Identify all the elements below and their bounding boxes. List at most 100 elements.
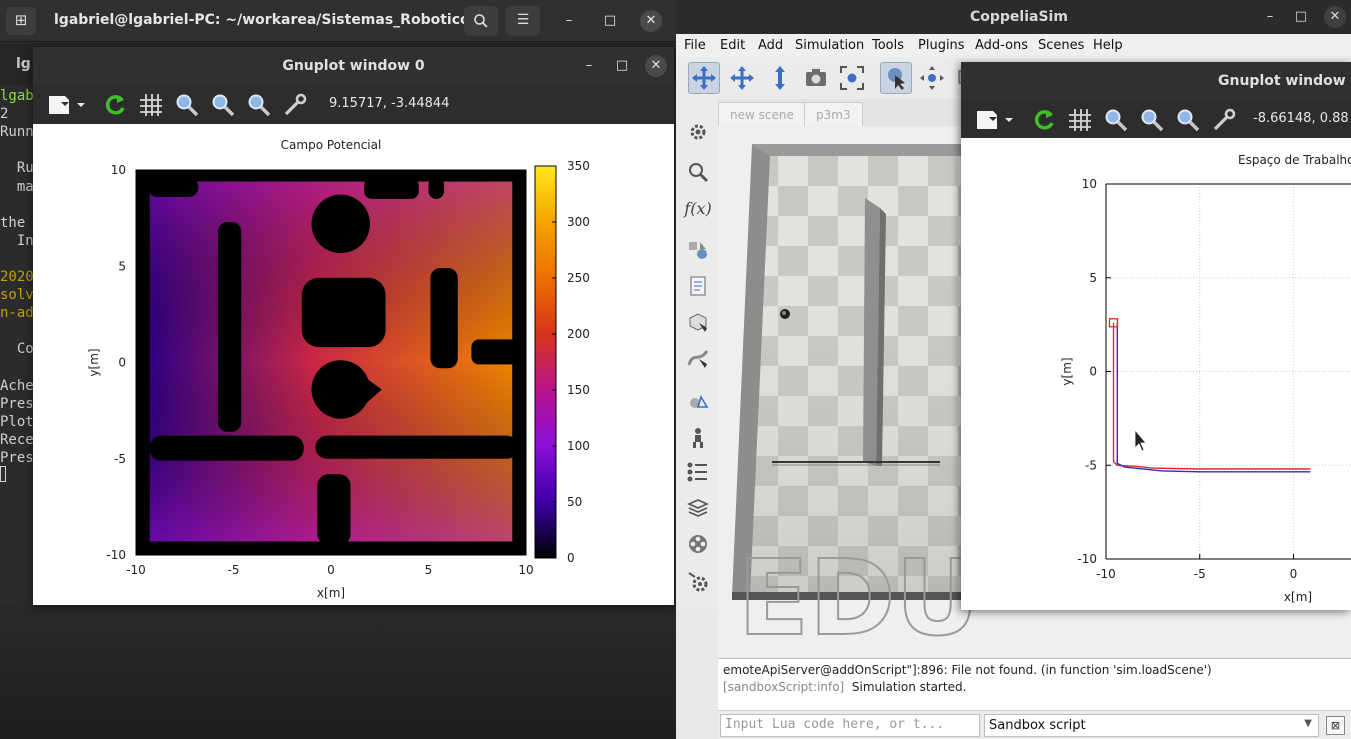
maximize-icon[interactable]: □ bbox=[599, 10, 621, 32]
x-tick-label: 10 bbox=[518, 563, 533, 577]
maximize-icon[interactable]: □ bbox=[611, 55, 633, 77]
obstacle bbox=[512, 177, 519, 548]
menu-plugins[interactable]: Plugins bbox=[918, 38, 965, 53]
close-icon[interactable]: ✕ bbox=[1324, 6, 1346, 28]
minimize-icon[interactable]: – bbox=[558, 10, 580, 32]
menu-scenes[interactable]: Scenes bbox=[1038, 38, 1084, 53]
zoom-next-icon[interactable] bbox=[210, 92, 236, 118]
plot-area[interactable]: Campo Potencial -10 -5 0 5 10 -10 -5 0 5 10 x[m] y[m… bbox=[33, 124, 674, 605]
scene-tabs: new scene p3m3 bbox=[718, 99, 978, 126]
menu-tools[interactable]: Tools bbox=[872, 38, 904, 53]
terminal-tab[interactable]: lg bbox=[16, 56, 31, 72]
minimize-icon[interactable]: – bbox=[1259, 6, 1281, 28]
shape-edit-icon[interactable] bbox=[685, 309, 711, 335]
y-tick-label: 5 bbox=[1089, 271, 1097, 285]
console-prefix: [sandboxScript:info] bbox=[723, 680, 845, 694]
menu-edit[interactable]: Edit bbox=[720, 38, 745, 53]
obstacle bbox=[149, 435, 304, 461]
y-tick-label: -5 bbox=[114, 452, 126, 466]
menu-bar: File Edit Add Simulation Tools Plugins Add-ons… bbox=[676, 34, 1351, 57]
obstacle bbox=[301, 277, 386, 348]
close-icon[interactable]: ✕ bbox=[645, 55, 667, 77]
terminal-line: In bbox=[0, 232, 34, 249]
model-browser-icon[interactable] bbox=[685, 159, 711, 185]
x-tick-label: 5 bbox=[425, 563, 433, 577]
camera-shift-icon[interactable] bbox=[764, 62, 796, 94]
desktop-wallpaper bbox=[0, 605, 676, 739]
path-edit-icon[interactable] bbox=[685, 345, 711, 371]
x-tick-label: -10 bbox=[126, 563, 146, 577]
terminal-header[interactable]: ⊞ lgabriel@lgabriel-PC: ~/workarea/Siste… bbox=[0, 0, 676, 42]
x-tick-label: -5 bbox=[228, 563, 240, 577]
camera-rotate-icon[interactable] bbox=[726, 62, 758, 94]
console-line: emoteApiServer@addOnScript"]:896: File n… bbox=[723, 663, 1212, 677]
maximize-icon[interactable]: □ bbox=[1290, 6, 1312, 28]
x-tick-label: 0 bbox=[327, 563, 335, 577]
scripts-icon[interactable] bbox=[685, 273, 711, 299]
new-tab-icon[interactable]: ⊞ bbox=[6, 7, 36, 35]
coppeliasim-title: CoppeliaSim bbox=[970, 9, 1068, 25]
lua-code-input[interactable]: Input Lua code here, or t... bbox=[720, 714, 980, 737]
search-icon[interactable] bbox=[464, 6, 498, 36]
replot-icon[interactable] bbox=[102, 92, 128, 118]
colorbar bbox=[534, 165, 557, 559]
camera-pan-icon[interactable] bbox=[688, 62, 720, 94]
obstacle bbox=[143, 177, 150, 548]
colorbar-tick-label: 50 bbox=[567, 495, 582, 509]
collections-icon[interactable] bbox=[685, 237, 711, 263]
autoscale-icon[interactable] bbox=[1175, 107, 1201, 133]
workspace-chart[interactable]: Espaço de Trabalho -10 -5 0 -10 -5 0 5 10 x[m] y[m… bbox=[961, 138, 1351, 610]
menu-simulation[interactable]: Simulation bbox=[795, 38, 864, 53]
lua-input-bar: Input Lua code here, or t... Sandbox scr… bbox=[718, 710, 1351, 739]
menu-add[interactable]: Add bbox=[758, 38, 783, 53]
gnuplot-titlebar[interactable]: Gnuplot window 0 bbox=[961, 62, 1351, 100]
plot-area[interactable]: Espaço de Trabalho -10 -5 0 -10 -5 0 5 10 x[m] y[m… bbox=[961, 138, 1351, 610]
user-settings-icon[interactable] bbox=[685, 569, 711, 595]
click-select-icon[interactable] bbox=[880, 62, 912, 94]
camera-angle-icon[interactable] bbox=[800, 62, 832, 94]
hamburger-menu-icon[interactable]: ☰ bbox=[506, 6, 540, 36]
clear-console-icon[interactable]: ⊠ bbox=[1326, 716, 1345, 735]
x-axis-label: x[m] bbox=[317, 586, 345, 600]
replot-icon[interactable] bbox=[1031, 107, 1057, 133]
gnuplot-window-left[interactable]: Gnuplot window 0 – □ ✕ 9.15717, -3.44844… bbox=[33, 47, 674, 605]
object-shift-icon[interactable] bbox=[916, 62, 948, 94]
grid-icon[interactable] bbox=[1067, 107, 1093, 133]
zoom-previous-icon[interactable] bbox=[1103, 107, 1129, 133]
video-recorder-icon[interactable] bbox=[685, 531, 711, 557]
menu-add-ons[interactable]: Add-ons bbox=[975, 38, 1028, 53]
x-axis-label: x[m] bbox=[1284, 590, 1312, 604]
close-icon[interactable]: ✕ bbox=[640, 10, 662, 32]
potential-field-chart[interactable]: Campo Potencial -10 -5 0 5 10 -10 -5 0 5 10 x[m] y[m… bbox=[33, 124, 674, 605]
model-icon[interactable] bbox=[685, 425, 711, 451]
autoscale-icon[interactable] bbox=[246, 92, 272, 118]
layers-list-icon[interactable] bbox=[685, 459, 711, 485]
zoom-next-icon[interactable] bbox=[1139, 107, 1165, 133]
calculation-modules-icon[interactable]: f(x) bbox=[684, 195, 711, 221]
grid-icon[interactable] bbox=[138, 92, 164, 118]
fit-to-view-icon[interactable] bbox=[836, 62, 868, 94]
colorbar-tick-label: 250 bbox=[567, 271, 590, 285]
scene-tab-new[interactable]: new scene bbox=[718, 102, 806, 126]
obstacle bbox=[311, 194, 370, 254]
selection-icon[interactable] bbox=[685, 389, 711, 415]
settings-wrench-icon[interactable] bbox=[1211, 107, 1237, 133]
export-icon[interactable] bbox=[47, 92, 85, 118]
terminal-line: lgab bbox=[0, 88, 34, 104]
menu-help[interactable]: Help bbox=[1093, 38, 1123, 53]
scene-properties-icon[interactable] bbox=[685, 119, 711, 145]
layers-icon[interactable] bbox=[685, 495, 711, 521]
coppeliasim-titlebar[interactable]: CoppeliaSim – □ ✕ bbox=[676, 0, 1351, 34]
menu-file[interactable]: File bbox=[684, 38, 706, 53]
colorbar-tick-label: 300 bbox=[567, 215, 590, 229]
minimize-icon[interactable]: – bbox=[578, 55, 600, 77]
scene-tab-p3m3[interactable]: p3m3 bbox=[804, 102, 863, 126]
status-console[interactable]: emoteApiServer@addOnScript"]:896: File n… bbox=[718, 658, 1351, 710]
gnuplot-window-right[interactable]: Gnuplot window 0 -8.66148, 0.88 Espaço d… bbox=[961, 62, 1351, 610]
terminal-line: Rece bbox=[0, 431, 34, 448]
export-icon[interactable] bbox=[975, 107, 1013, 133]
zoom-previous-icon[interactable] bbox=[174, 92, 200, 118]
script-selector[interactable]: Sandbox script ▼ bbox=[984, 714, 1319, 737]
settings-wrench-icon[interactable] bbox=[282, 92, 308, 118]
gnuplot-titlebar[interactable]: Gnuplot window 0 – □ ✕ bbox=[33, 47, 674, 85]
